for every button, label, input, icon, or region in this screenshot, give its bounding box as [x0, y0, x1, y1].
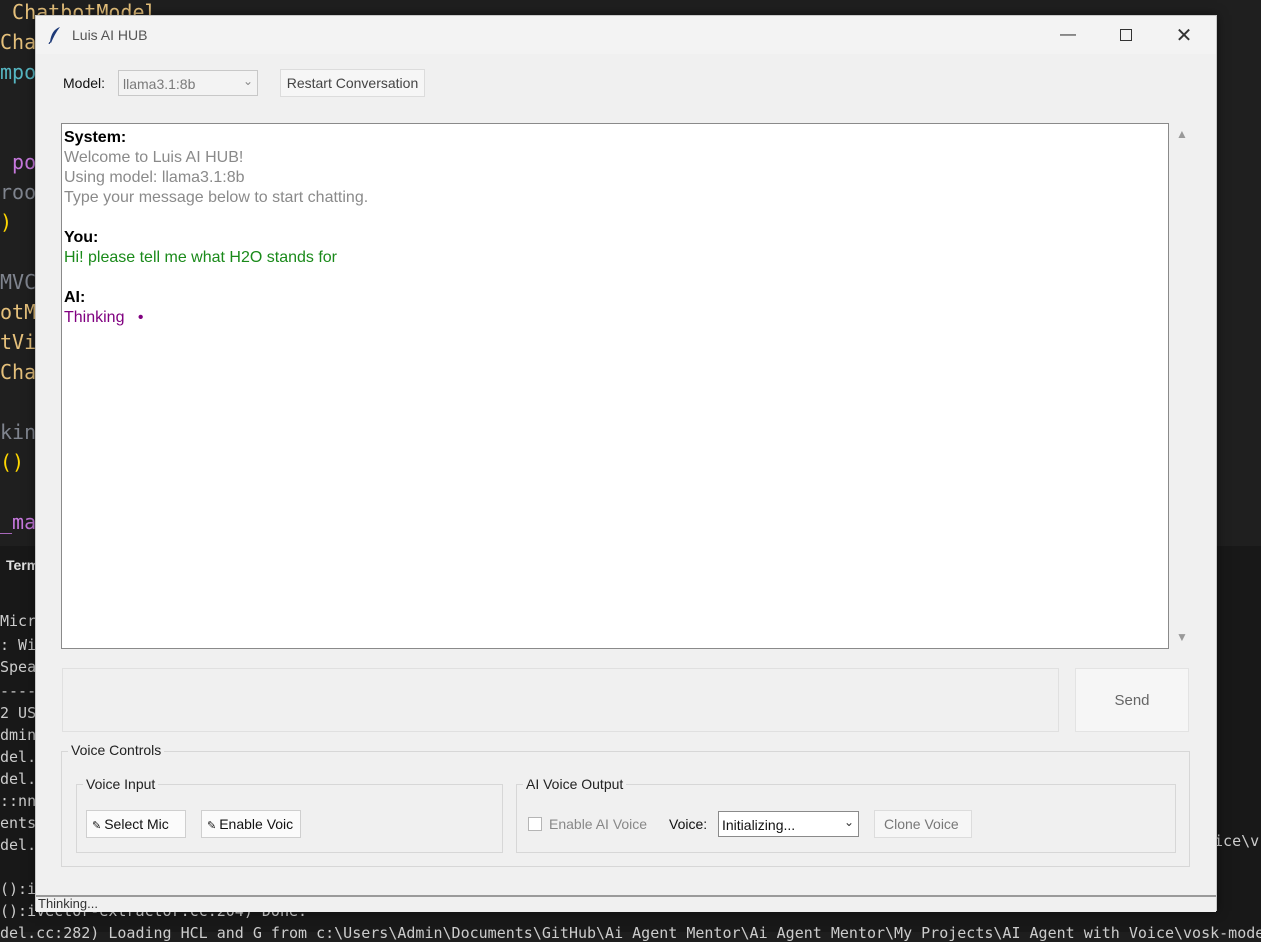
minimize-icon: — [1060, 26, 1076, 43]
status-text: Thinking... [38, 896, 98, 911]
send-button[interactable]: Send [1075, 668, 1189, 732]
close-icon: ✕ [1175, 24, 1193, 47]
minimize-button[interactable]: — [1039, 16, 1097, 54]
code-line: otM [0, 300, 37, 324]
status-bar: Thinking... [36, 895, 1216, 912]
code-line: mpo [0, 60, 37, 84]
ai-label: AI: [64, 289, 86, 306]
chat-transcript[interactable]: System: Welcome to Luis AI HUB! Using mo… [61, 123, 1169, 649]
model-label: Model: [63, 75, 106, 91]
code-line: () [0, 450, 25, 474]
system-line: Using model: llama3.1:8b [64, 169, 245, 186]
window-title: Luis AI HUB [72, 27, 148, 43]
code-line: roo [0, 180, 37, 204]
code-line: Cha [0, 360, 37, 384]
voice-controls-title: Voice Controls [68, 742, 165, 758]
voice-label: Voice: [669, 816, 708, 832]
ai-voice-output-title: AI Voice Output [523, 776, 627, 792]
close-button[interactable]: ✕ [1155, 16, 1213, 54]
code-line: tVi [0, 330, 37, 354]
code-line: MVC [0, 270, 37, 294]
user-message: Hi! please tell me what H2O stands for [64, 249, 338, 266]
code-line: Cha [0, 30, 37, 54]
code-line: ) [0, 210, 13, 234]
enable-ai-voice-label[interactable]: Enable AI Voice [549, 816, 647, 832]
code-line: _ma [0, 510, 37, 534]
code-line: po [0, 150, 37, 174]
voice-select-value: Initializing... [722, 817, 796, 833]
scroll-up-arrow-icon[interactable]: ▲ [1176, 127, 1188, 141]
maximize-icon [1120, 29, 1132, 41]
system-label: System: [64, 129, 127, 146]
select-mic-button[interactable]: ✎ Select Mic [86, 810, 186, 838]
ai-message: Thinking • [64, 309, 144, 326]
title-bar[interactable]: Luis AI HUB — ✕ [36, 16, 1216, 54]
terminal-line: del.cc:282) Loading HCL and G from c:\Us… [0, 924, 1261, 942]
system-line: Welcome to Luis AI HUB! [64, 149, 244, 166]
chevron-down-icon: ⌄ [242, 74, 253, 88]
model-select[interactable]: llama3.1:8b ⌄ [118, 70, 258, 96]
app-window: Luis AI HUB — ✕ Model: llama3.1:8b ⌄ Res… [35, 15, 1217, 912]
microphone-icon: ✎ [92, 820, 102, 832]
voice-select[interactable]: Initializing... ⌄ [718, 811, 859, 837]
system-line: Type your message below to start chattin… [64, 189, 369, 206]
enable-ai-voice-checkbox[interactable] [528, 817, 542, 831]
select-mic-label: Select Mic [104, 816, 169, 832]
microphone-icon: ✎ [207, 820, 217, 832]
enable-voice-label: Enable Voic [219, 816, 294, 832]
voice-input-title: Voice Input [83, 776, 159, 792]
scroll-down-arrow-icon[interactable]: ▼ [1176, 630, 1188, 644]
terminal-line: 2 US [0, 704, 37, 722]
message-input[interactable] [62, 668, 1059, 732]
chevron-down-icon: ⌄ [843, 815, 854, 829]
maximize-button[interactable] [1097, 16, 1155, 54]
clone-voice-button[interactable]: Clone Voice [874, 810, 972, 838]
enable-voice-button[interactable]: ✎ Enable Voic [201, 810, 301, 838]
feather-icon [48, 27, 60, 44]
you-label: You: [64, 229, 99, 246]
code-line: kin [0, 420, 37, 444]
model-select-value: llama3.1:8b [123, 76, 196, 92]
restart-conversation-button[interactable]: Restart Conversation [280, 69, 425, 97]
